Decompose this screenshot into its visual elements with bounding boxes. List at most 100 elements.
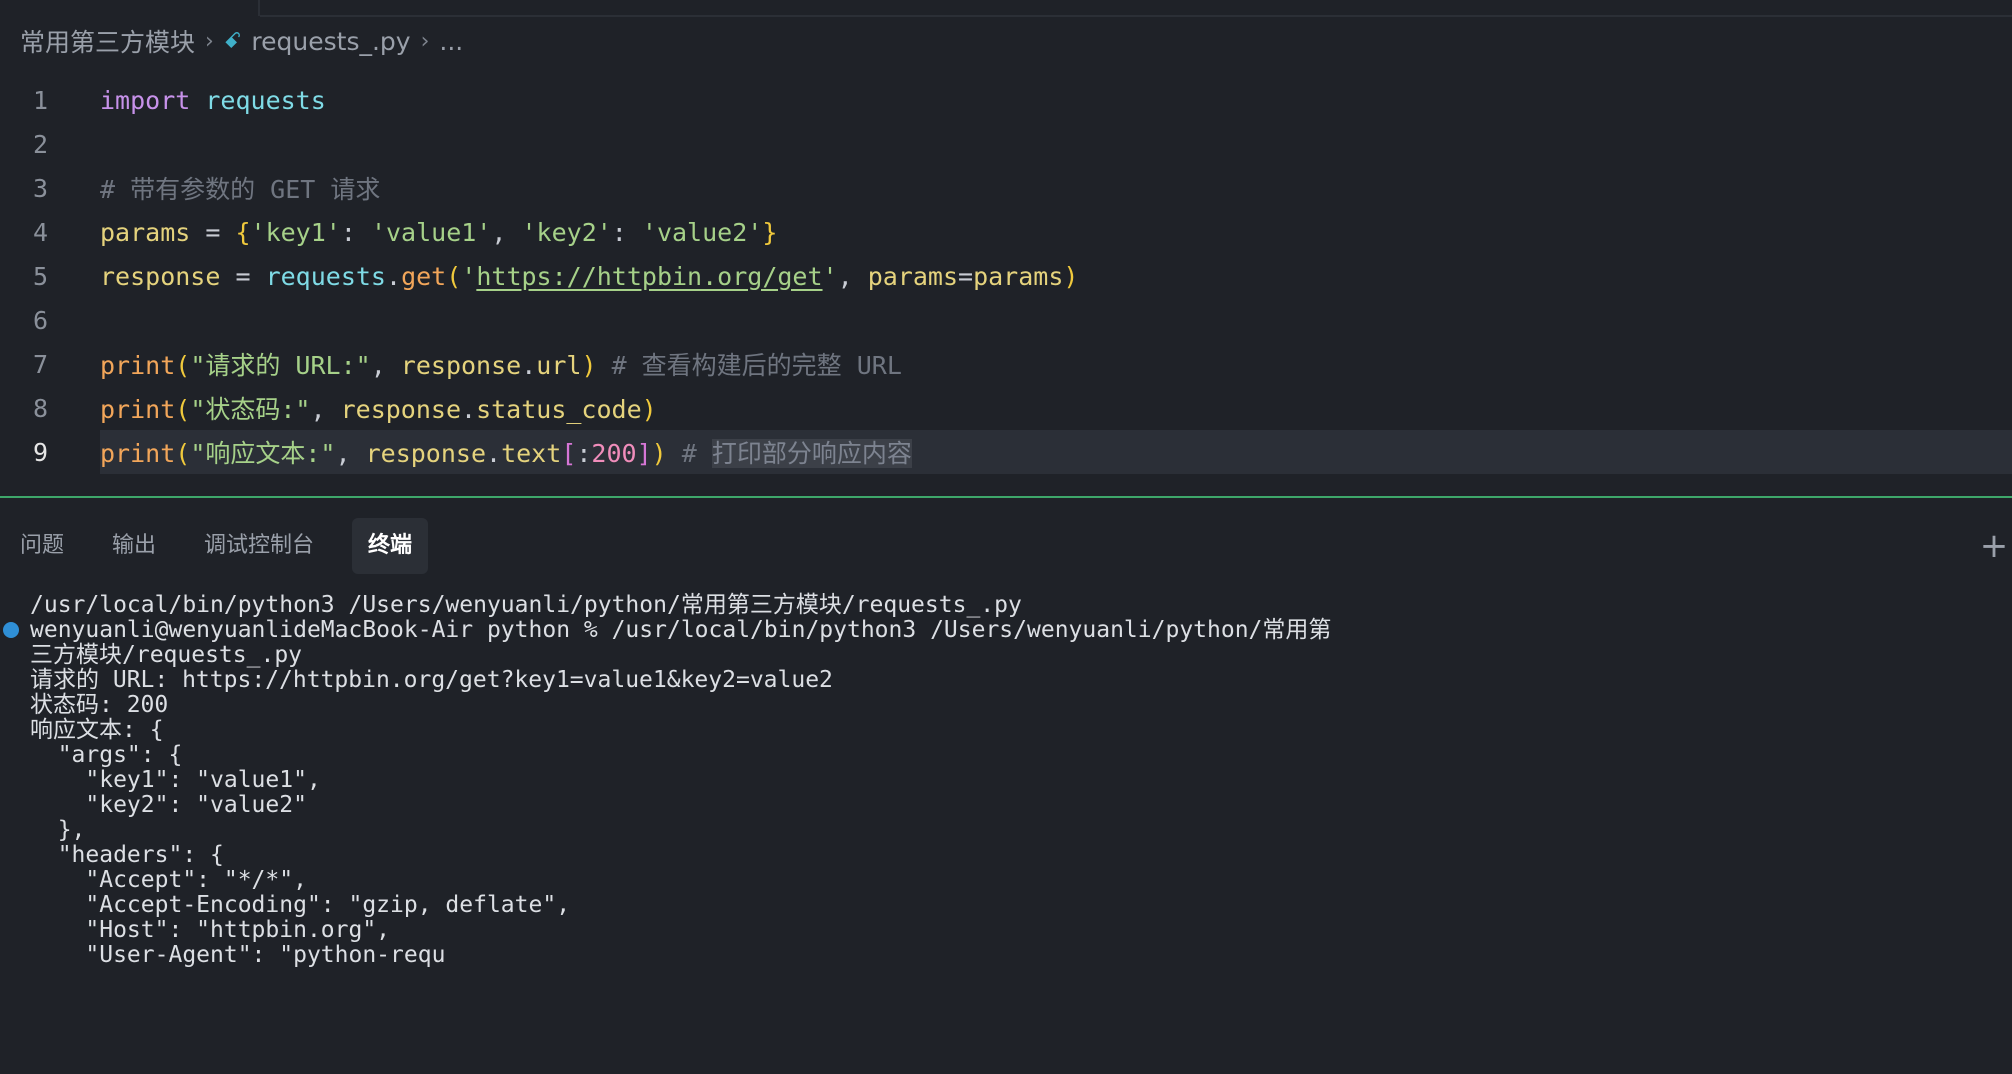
tab-output[interactable]: 输出 bbox=[96, 518, 172, 574]
code-line[interactable]: 2 bbox=[0, 122, 2012, 166]
code-text: print("请求的 URL:", response.url) # 查看构建后的… bbox=[100, 346, 902, 382]
code-token: response bbox=[100, 261, 221, 291]
code-token: 'value1' bbox=[370, 217, 492, 247]
line-number: 1 bbox=[32, 85, 48, 115]
code-line[interactable]: 8 print("状态码:", response.status_code) bbox=[0, 386, 2012, 430]
code-token: , bbox=[335, 439, 366, 468]
code-token: # 查看构建后的完整 URL bbox=[611, 351, 902, 380]
code-token: ( bbox=[175, 351, 191, 380]
code-token: # bbox=[681, 439, 712, 468]
code-text: import requests bbox=[100, 86, 326, 115]
tab-terminal[interactable]: 终端 bbox=[352, 518, 429, 574]
code-token: 'value2' bbox=[641, 217, 763, 247]
code-token: = bbox=[958, 261, 974, 291]
terminal-line: "User-Agent": "python-requ bbox=[30, 942, 446, 968]
breadcrumb-file[interactable]: requests_.py bbox=[251, 27, 410, 56]
code-token: params bbox=[867, 261, 959, 291]
code-token: 'key2' bbox=[521, 217, 612, 247]
code-token: response bbox=[340, 395, 462, 424]
line-number: 5 bbox=[32, 261, 48, 291]
code-token: , bbox=[837, 261, 868, 291]
code-token: params bbox=[100, 217, 191, 247]
code-token: ) bbox=[581, 351, 597, 380]
code-token: ] bbox=[636, 439, 652, 468]
tab-problems[interactable]: 问题 bbox=[4, 518, 80, 574]
code-line[interactable]: 9 print("响应文本:", response.text[:200]) # 打… bbox=[0, 430, 2012, 474]
code-text: print("响应文本:", response.text[:200]) # 打印… bbox=[100, 434, 912, 470]
code-token: import bbox=[100, 85, 191, 115]
code-line[interactable]: 7 print("请求的 URL:", response.url) # 查看构建后… bbox=[0, 342, 2012, 386]
code-token: "状态码:" bbox=[190, 395, 311, 424]
code-token: , bbox=[370, 351, 401, 380]
line-number: 7 bbox=[32, 349, 48, 379]
code-line[interactable]: 4 params = {'key1': 'value1', 'key2': 'va… bbox=[0, 210, 2012, 254]
line-number: 6 bbox=[32, 305, 48, 335]
code-token: url bbox=[536, 351, 582, 380]
tab-separator bbox=[258, 0, 260, 16]
editor-tab-bar bbox=[0, 0, 2012, 18]
terminal[interactable]: /usr/local/bin/python3 /Users/wenyuanli/… bbox=[0, 586, 2012, 1074]
code-token: = bbox=[220, 261, 266, 291]
tab-debug-console[interactable]: 调试控制台 bbox=[188, 518, 330, 574]
code-token: } bbox=[762, 217, 778, 247]
code-text: params = {'key1': 'value1', 'key2': 'val… bbox=[100, 218, 777, 247]
code-token: ( bbox=[446, 261, 462, 291]
code-token: print bbox=[100, 351, 176, 380]
code-token: . bbox=[386, 261, 402, 291]
code-token: print bbox=[100, 439, 176, 468]
code-token: . bbox=[521, 351, 537, 380]
line-number: 8 bbox=[32, 393, 48, 423]
code-token: requests bbox=[205, 85, 326, 115]
code-text: print("状态码:", response.status_code) bbox=[100, 390, 657, 426]
code-token: params bbox=[973, 261, 1064, 291]
code-token: ) bbox=[641, 395, 657, 424]
code-editor[interactable]: 1 import requests 2 3 # 带有参数的 GET 请求 4 params … bbox=[0, 78, 2012, 476]
code-token: , bbox=[491, 217, 522, 247]
code-token: . bbox=[461, 395, 477, 424]
tab-bar-border bbox=[260, 15, 2012, 17]
code-token: response bbox=[365, 439, 487, 468]
code-token: text bbox=[501, 439, 562, 468]
code-token: 'key1' bbox=[250, 217, 341, 247]
code-token: "响应文本:" bbox=[190, 439, 336, 468]
code-token: # 带有参数的 GET 请求 bbox=[100, 175, 381, 204]
code-token: : bbox=[576, 439, 592, 468]
line-number: 3 bbox=[32, 173, 48, 203]
chevron-right-icon: › bbox=[205, 28, 214, 54]
code-line[interactable]: 1 import requests bbox=[0, 78, 2012, 122]
code-token: ( bbox=[175, 439, 191, 468]
code-token: 200 bbox=[591, 439, 637, 468]
breadcrumb-folder[interactable]: 常用第三方模块 bbox=[20, 23, 195, 59]
code-text: # 带有参数的 GET 请求 bbox=[100, 170, 380, 206]
code-token: print bbox=[100, 395, 176, 424]
breadcrumb: 常用第三方模块 › ꗃ requests_.py › ... bbox=[20, 22, 463, 60]
code-token: ) bbox=[651, 439, 667, 468]
code-token: status_code bbox=[476, 395, 642, 424]
code-token: : bbox=[611, 217, 642, 247]
code-token: ' bbox=[822, 261, 838, 291]
code-token: , bbox=[310, 395, 341, 424]
panel-tab-bar: 问题 输出 调试控制台 终端 + bbox=[0, 518, 2012, 574]
code-token: { bbox=[235, 217, 251, 247]
code-line[interactable]: 3 # 带有参数的 GET 请求 bbox=[0, 166, 2012, 210]
code-token: requests bbox=[265, 261, 386, 291]
panel-divider[interactable] bbox=[0, 496, 2012, 498]
line-number: 9 bbox=[32, 437, 48, 467]
code-token: [ bbox=[561, 439, 577, 468]
code-token: 打印部分响应内容 bbox=[711, 439, 912, 468]
code-token: : bbox=[340, 217, 371, 247]
code-token: https://httpbin.org/get bbox=[476, 261, 823, 291]
code-token: response bbox=[400, 351, 522, 380]
plus-icon[interactable]: + bbox=[1976, 528, 2012, 564]
code-token: ( bbox=[175, 395, 191, 424]
breadcrumb-more[interactable]: ... bbox=[439, 27, 463, 56]
code-token: = bbox=[190, 217, 236, 247]
command-status-dot[interactable] bbox=[3, 622, 19, 638]
code-line[interactable]: 6 bbox=[0, 298, 2012, 342]
line-number: 4 bbox=[32, 217, 48, 247]
code-line[interactable]: 5 response = requests.get('https://httpbi… bbox=[0, 254, 2012, 298]
chevron-right-icon: › bbox=[420, 28, 430, 54]
